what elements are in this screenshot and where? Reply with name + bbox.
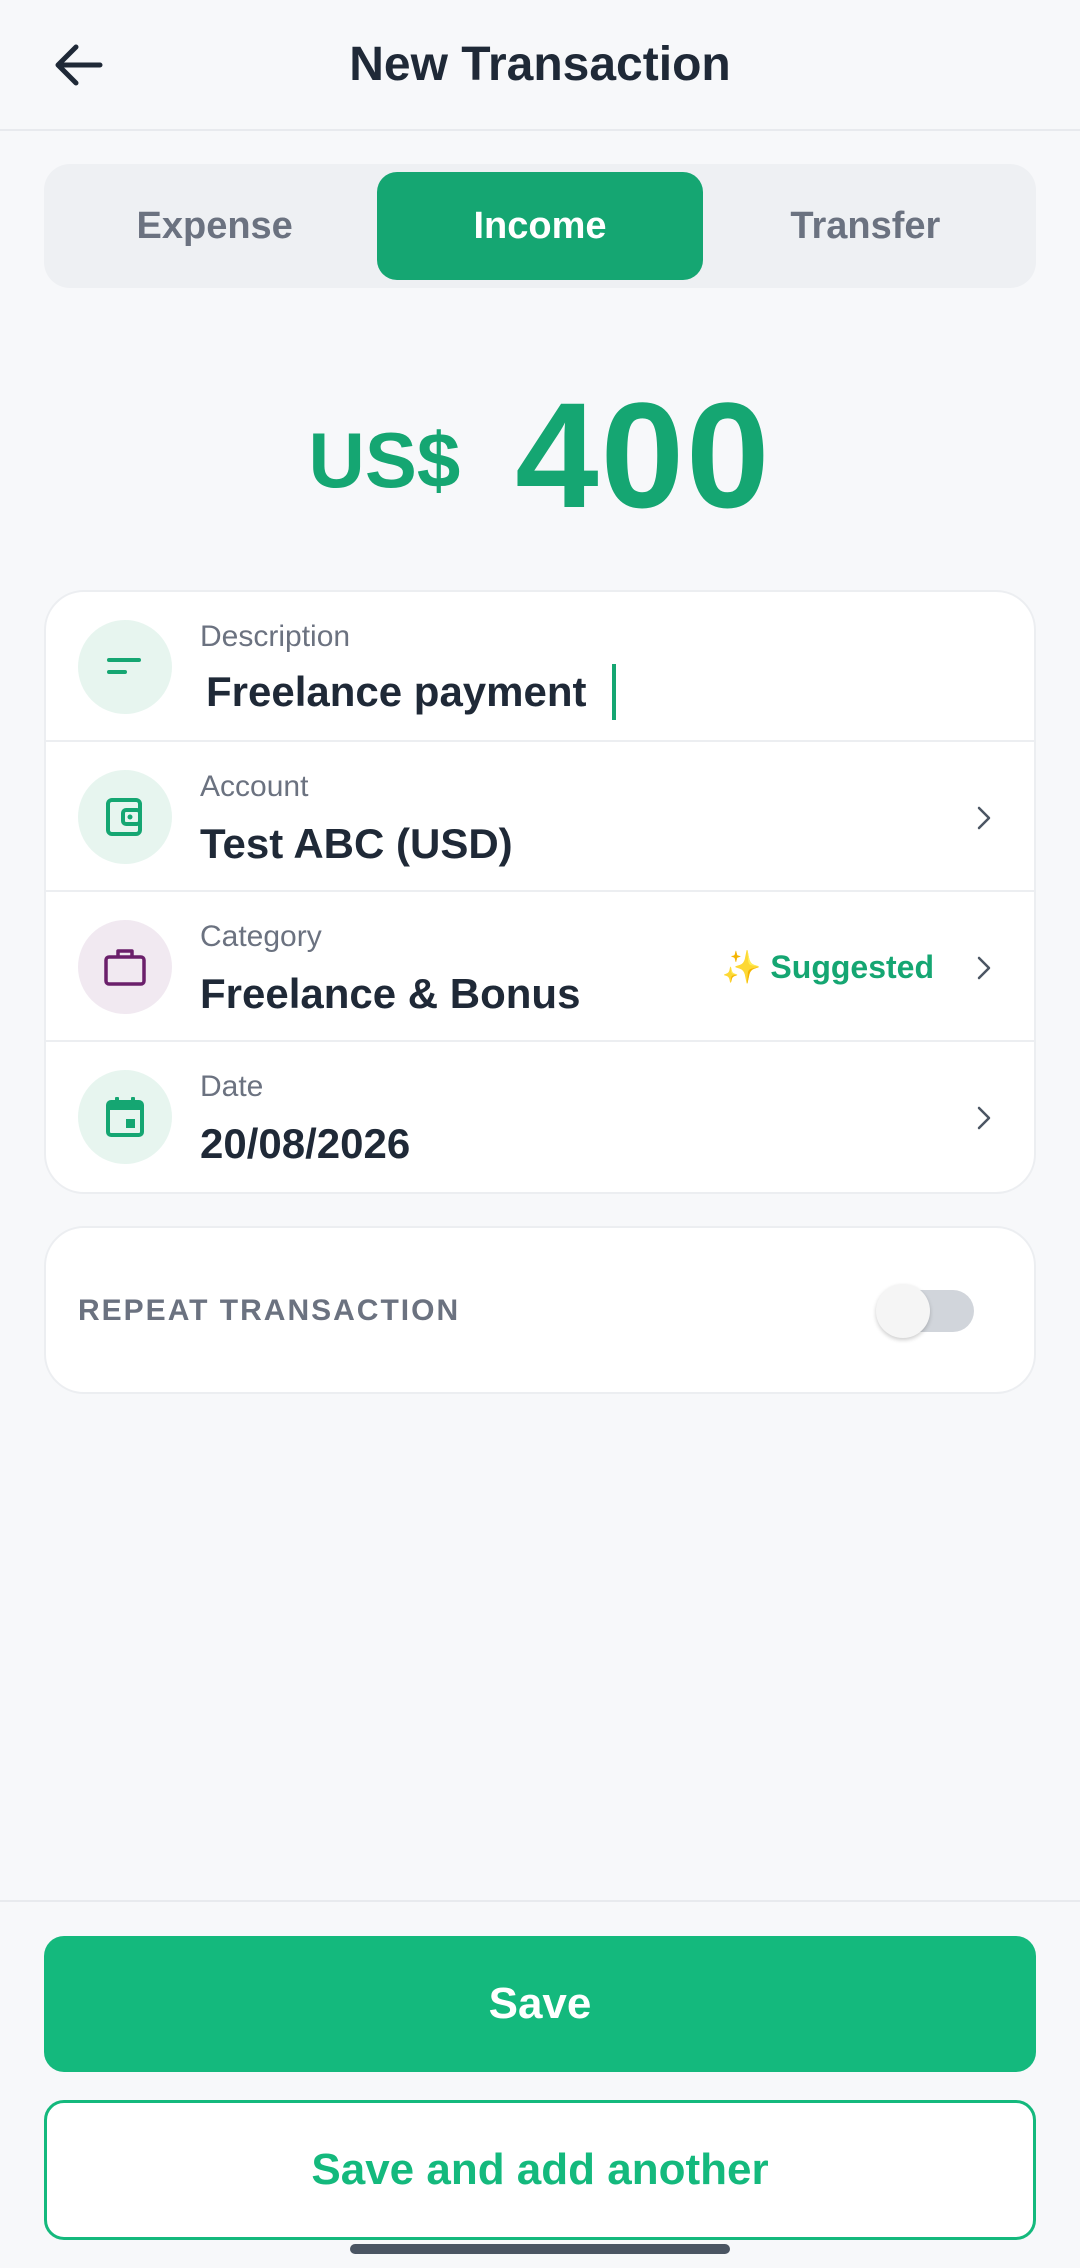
- lines-icon: [78, 620, 172, 714]
- date-label: Date: [200, 1070, 264, 1103]
- account-label: Account: [200, 770, 309, 803]
- home-indicator: [350, 2244, 730, 2254]
- transaction-type-tabs: Expense Income Transfer: [44, 164, 1036, 288]
- amount-display[interactable]: US$ 400: [0, 371, 1080, 539]
- tab-income[interactable]: Income: [377, 172, 703, 280]
- date-row[interactable]: Date 20/08/2026: [46, 1042, 1034, 1192]
- description-input[interactable]: [206, 662, 966, 722]
- description-row[interactable]: Description: [46, 592, 1034, 742]
- category-row[interactable]: Category Freelance & Bonus ✨ Suggested: [46, 892, 1034, 1042]
- arrow-left-icon: [55, 44, 103, 86]
- amount-value[interactable]: 400: [515, 369, 771, 542]
- save-button[interactable]: Save: [44, 1936, 1036, 2072]
- transaction-fields-card: Description Account Test ABC (USD) Categ…: [44, 590, 1036, 1194]
- tab-expense[interactable]: Expense: [52, 172, 377, 280]
- chevron-right-icon: [966, 1098, 1002, 1138]
- chevron-right-icon: [966, 948, 1002, 988]
- currency-symbol[interactable]: US$: [308, 415, 460, 506]
- text-cursor: [612, 664, 616, 720]
- app-header: New Transaction: [0, 0, 1080, 131]
- chevron-right-icon: [966, 798, 1002, 838]
- date-value: 20/08/2026: [200, 1120, 411, 1167]
- back-button[interactable]: [44, 30, 114, 100]
- page-title: New Transaction: [349, 38, 731, 91]
- calendar-icon: [78, 1070, 172, 1164]
- repeat-transaction-card: REPEAT TRANSACTION: [44, 1226, 1036, 1394]
- account-row[interactable]: Account Test ABC (USD): [46, 742, 1034, 892]
- category-label: Category: [200, 920, 322, 953]
- suggested-badge: ✨ Suggested: [721, 949, 934, 985]
- briefcase-icon: [78, 920, 172, 1014]
- toggle-knob: [876, 1284, 930, 1338]
- category-value: Freelance & Bonus: [200, 970, 581, 1017]
- repeat-transaction-toggle[interactable]: [876, 1284, 974, 1338]
- description-label: Description: [200, 620, 351, 653]
- save-and-add-another-button[interactable]: Save and add another: [44, 2100, 1036, 2240]
- wallet-icon: [78, 770, 172, 864]
- tab-transfer[interactable]: Transfer: [703, 172, 1028, 280]
- account-value: Test ABC (USD): [200, 820, 513, 867]
- divider: [0, 1900, 1080, 1902]
- repeat-transaction-label: REPEAT TRANSACTION: [78, 1294, 461, 1327]
